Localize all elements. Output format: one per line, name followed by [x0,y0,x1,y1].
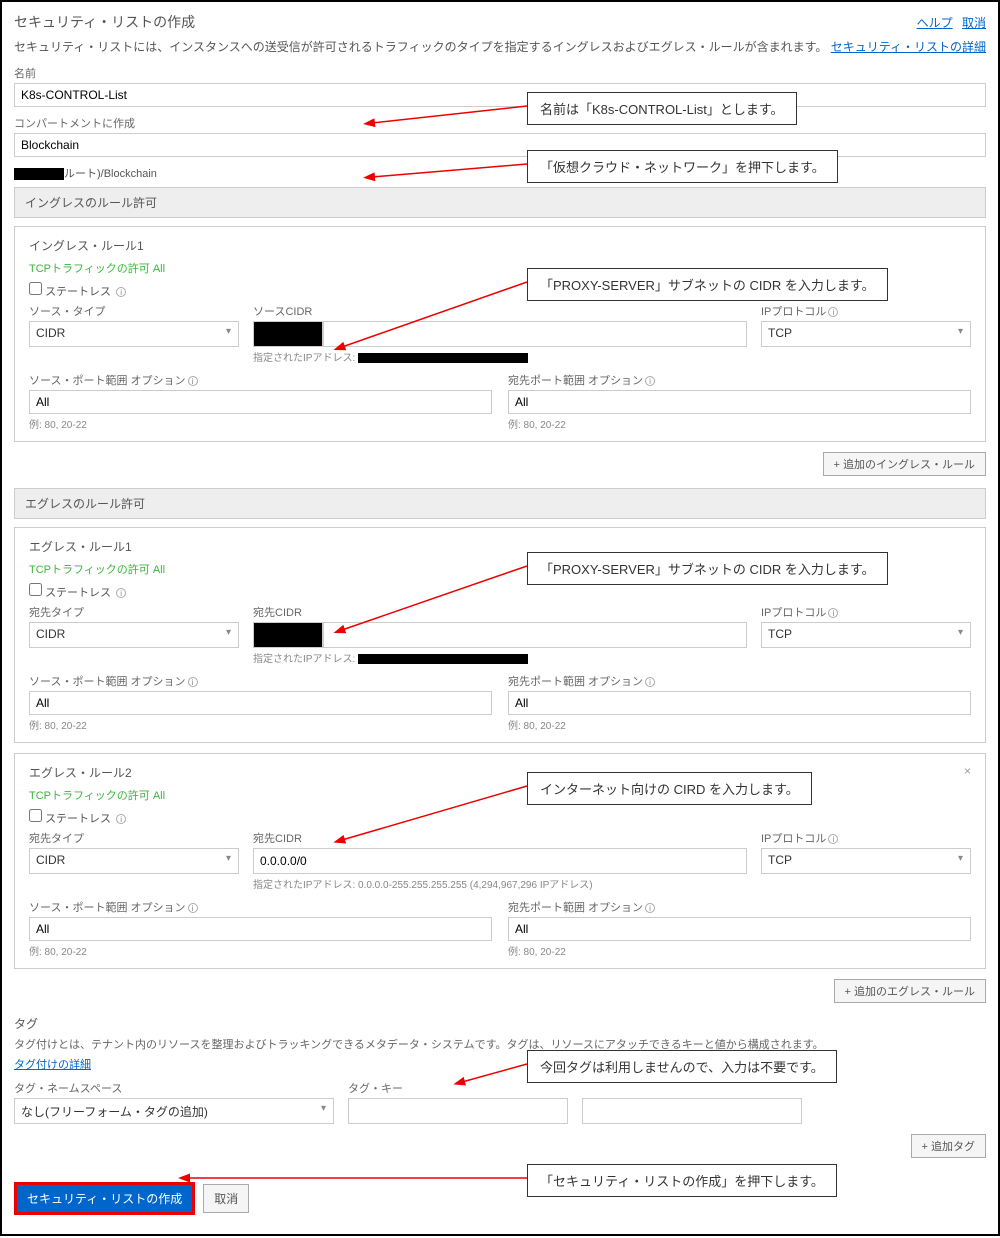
ingress-section-title: イングレスのルール許可 [14,187,986,218]
dst-cidr-input[interactable] [253,848,747,874]
cidr-hint: 指定されたIPアドレス: 0.0.0.0-255.255.255.255 (4,… [253,876,747,891]
src-port-input[interactable] [29,917,492,941]
compartment-path: ルート)/Blockchain [14,165,986,181]
dst-port-label: 宛先ポート範囲 オプションi [508,899,971,915]
egress2-stateless-checkbox[interactable] [29,809,42,822]
page-title: セキュリティ・リストの作成 [14,12,195,32]
egress-rule-2: エグレス・ルール2 × TCPトラフィックの許可 All ステートレス i 宛先… [14,753,986,969]
callout-3: 「PROXY-SERVER」サブネットの CIDR を入力します。 [527,268,888,301]
source-type-label: ソース・タイプ [29,303,239,319]
dst-cidr-label: 宛先CIDR [253,604,747,620]
info-icon[interactable]: i [116,814,126,824]
dst-port-input[interactable] [508,390,971,414]
callout-4: 「PROXY-SERVER」サブネットの CIDR を入力します。 [527,552,888,585]
tags-link[interactable]: タグ付けの詳細 [14,1059,91,1071]
dst-cidr-label: 宛先CIDR [253,830,747,846]
info-icon[interactable]: i [188,376,198,386]
ip-proto-label: IPプロトコルi [761,303,971,319]
callout-5: インターネット向けの CIRD を入力します。 [527,772,812,805]
add-ingress-rule-button[interactable]: + 追加のイングレス・ルール [823,452,986,476]
tag-value-input[interactable] [582,1098,802,1124]
info-icon[interactable]: i [828,307,838,317]
src-port-label: ソース・ポート範囲 オプションi [29,673,492,689]
ingress-rule-1: イングレス・ルール1 TCPトラフィックの許可 All ステートレス i ソース… [14,226,986,442]
info-icon[interactable]: i [116,588,126,598]
src-port-input[interactable] [29,691,492,715]
src-port-label: ソース・ポート範囲 オプションi [29,899,492,915]
cancel-link[interactable]: 取消 [962,16,986,30]
name-input[interactable] [14,83,986,107]
source-cidr-label: ソースCIDR [253,303,747,319]
egress1-stateless-label: ステートレス [45,587,111,599]
tag-ns-select[interactable]: なし(フリーフォーム・タグの追加) [14,1098,334,1124]
info-icon[interactable]: i [645,903,655,913]
ingress-stateless-label: ステートレス [45,286,111,298]
tag-ns-label: タグ・ネームスペース [14,1080,334,1096]
source-cidr-input[interactable] [323,321,747,347]
create-security-list-button[interactable]: セキュリティ・リストの作成 [14,1182,195,1215]
ingress-stateless-checkbox[interactable] [29,282,42,295]
port-hint: 例: 80, 20-22 [508,717,971,732]
name-label: 名前 [14,65,986,81]
port-hint: 例: 80, 20-22 [508,416,971,431]
info-icon[interactable]: i [188,677,198,687]
compartment-input[interactable] [14,133,986,157]
add-egress-rule-button[interactable]: + 追加のエグレス・ルール [834,979,986,1003]
ingress-rule1-title: イングレス・ルール1 [29,237,971,254]
egress-rule2-allow: TCPトラフィックの許可 All [29,787,971,803]
callout-7: 「セキュリティ・リストの作成」を押下します。 [527,1164,837,1197]
port-hint: 例: 80, 20-22 [29,717,492,732]
help-link[interactable]: ヘルプ [917,16,953,30]
ip-proto-label: IPプロトコルi [761,604,971,620]
dst-cidr-input[interactable] [323,622,747,648]
dst-port-input[interactable] [508,917,971,941]
port-hint: 例: 80, 20-22 [508,943,971,958]
src-port-input[interactable] [29,390,492,414]
cancel-button[interactable]: 取消 [203,1184,249,1213]
info-icon[interactable]: i [828,834,838,844]
detail-link[interactable]: セキュリティ・リストの詳細 [831,40,986,54]
page-description: セキュリティ・リストには、インスタンスへの送受信が許可されるトラフィックのタイプ… [14,38,986,55]
egress2-stateless-label: ステートレス [45,813,111,825]
callout-2: 「仮想クラウド・ネットワーク」を押下します。 [527,150,838,183]
ip-proto-select[interactable]: TCP [761,622,971,648]
dst-port-label: 宛先ポート範囲 オプションi [508,673,971,689]
dst-type-label: 宛先タイプ [29,830,239,846]
tags-title: タグ [14,1015,986,1032]
tag-key-input[interactable] [348,1098,568,1124]
port-hint: 例: 80, 20-22 [29,416,492,431]
callout-6: 今回タグは利用しませんので、入力は不要です。 [527,1050,837,1083]
close-icon[interactable]: × [964,764,971,778]
dst-port-input[interactable] [508,691,971,715]
dst-type-select[interactable]: CIDR [29,848,239,874]
info-icon[interactable]: i [116,287,126,297]
egress-section-title: エグレスのルール許可 [14,488,986,519]
tags-desc: タグ付けとは、テナント内のリソースを整理およびトラッキングできるメタデータ・シス… [14,1036,986,1052]
ip-proto-select[interactable]: TCP [761,321,971,347]
dst-port-label: 宛先ポート範囲 オプションi [508,372,971,388]
src-port-label: ソース・ポート範囲 オプションi [29,372,492,388]
dst-type-select[interactable]: CIDR [29,622,239,648]
dst-type-label: 宛先タイプ [29,604,239,620]
ip-proto-select[interactable]: TCP [761,848,971,874]
ip-proto-label: IPプロトコルi [761,830,971,846]
compartment-label: コンパートメントに作成 [14,115,986,131]
source-type-select[interactable]: CIDR [29,321,239,347]
callout-1: 名前は「K8s-CONTROL-List」とします。 [527,92,797,125]
add-tag-button[interactable]: + 追加タグ [911,1134,986,1158]
info-icon[interactable]: i [645,376,655,386]
egress-rule2-title: エグレス・ルール2 × [29,764,971,781]
info-icon[interactable]: i [188,903,198,913]
info-icon[interactable]: i [645,677,655,687]
info-icon[interactable]: i [828,608,838,618]
port-hint: 例: 80, 20-22 [29,943,492,958]
egress1-stateless-checkbox[interactable] [29,583,42,596]
